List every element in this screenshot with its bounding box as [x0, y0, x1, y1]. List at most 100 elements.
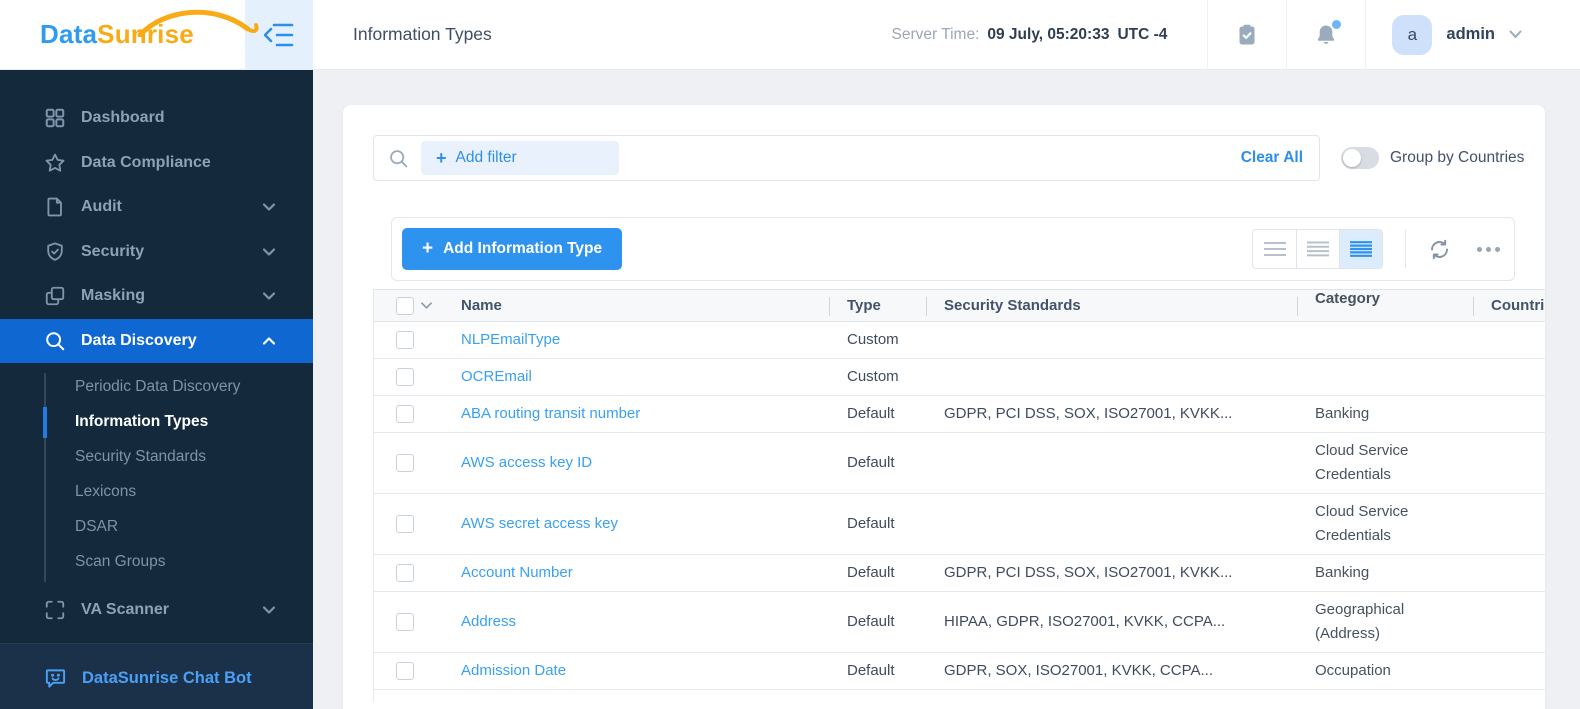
- sidebar-item-label: Audit: [81, 198, 122, 216]
- sidebar-item-information-types[interactable]: Information Types: [0, 405, 313, 440]
- sidebar-item-security-standards[interactable]: Security Standards: [0, 440, 313, 475]
- category-cell: Cloud Service Credentials: [1315, 503, 1409, 544]
- standards-cell: [926, 322, 1297, 358]
- sidebar-item-masking[interactable]: Masking: [0, 274, 313, 319]
- chatbot-label: DataSunrise Chat Bot: [82, 669, 252, 687]
- info-type-link[interactable]: OCREmail: [461, 365, 532, 389]
- column-header-security-standards[interactable]: Security Standards: [926, 290, 1297, 321]
- more-actions-icon[interactable]: [1477, 246, 1500, 252]
- filter-bar[interactable]: + Add filter Clear All: [373, 135, 1320, 181]
- info-type-link[interactable]: Address: [461, 610, 516, 634]
- category-cell: [1297, 322, 1473, 358]
- row-checkbox[interactable]: [396, 331, 414, 349]
- column-header-type[interactable]: Type: [829, 290, 926, 321]
- logo[interactable]: Data Sunrise: [0, 0, 259, 70]
- table-row: ABA routing transit number Default GDPR,…: [374, 396, 1545, 433]
- table-row: OCREmail Custom: [374, 359, 1545, 396]
- tasks-button[interactable]: [1208, 0, 1286, 70]
- sidebar-item-label: Security: [81, 242, 145, 260]
- plus-icon: +: [436, 147, 447, 168]
- info-type-link[interactable]: Admission Date: [461, 659, 566, 683]
- sidebar-item-periodic-data-discovery[interactable]: Periodic Data Discovery: [0, 370, 313, 405]
- type-cell: Default: [847, 564, 895, 581]
- scan-icon: [45, 600, 65, 619]
- info-type-link[interactable]: AWS secret access key: [461, 512, 618, 536]
- chevron-down-icon: [1509, 30, 1522, 38]
- category-cell: Occupation: [1315, 662, 1391, 679]
- countries-cell: [1473, 555, 1545, 591]
- view-density-medium-button[interactable]: [1296, 230, 1339, 268]
- add-information-type-label: Add Information Type: [443, 240, 603, 257]
- row-checkbox[interactable]: [396, 564, 414, 582]
- column-header-name[interactable]: Name: [444, 290, 829, 321]
- chat-bubble-icon: [45, 669, 66, 688]
- clear-all-link[interactable]: Clear All: [1241, 149, 1303, 167]
- type-cell: Custom: [847, 331, 899, 348]
- add-filter-button[interactable]: + Add filter: [421, 141, 619, 175]
- column-header-category[interactable]: Category: [1297, 290, 1473, 321]
- sidebar-item-data-compliance[interactable]: Data Compliance: [0, 141, 313, 186]
- server-time: Server Time: 09 July, 05:20:33 UTC -4: [892, 26, 1168, 44]
- type-cell: Default: [847, 662, 895, 679]
- sidebar-item-scan-groups[interactable]: Scan Groups: [0, 545, 313, 580]
- table-row-partial: [374, 690, 1545, 701]
- notification-dot: [1332, 19, 1342, 29]
- chevron-down-icon: [263, 606, 275, 614]
- select-all-checkbox[interactable]: [396, 296, 414, 315]
- sidebar-item-dashboard[interactable]: Dashboard: [0, 96, 313, 141]
- table-row: AWS access key ID Default Cloud Service …: [374, 433, 1545, 494]
- document-icon: [47, 197, 62, 217]
- group-by-countries-toggle[interactable]: [1341, 147, 1379, 169]
- row-checkbox[interactable]: [396, 613, 414, 631]
- countries-cell: [1473, 359, 1545, 395]
- server-time-label: Server Time:: [891, 25, 980, 43]
- info-type-link[interactable]: NLPEmailType: [461, 328, 560, 352]
- countries-cell: [1473, 494, 1545, 554]
- sidebar-collapse-button[interactable]: [245, 0, 313, 70]
- select-menu-chevron-icon[interactable]: [421, 300, 432, 311]
- sidebar-item-dsar[interactable]: DSAR: [0, 510, 313, 545]
- countries-cell: [1473, 433, 1545, 493]
- row-checkbox[interactable]: [396, 454, 414, 472]
- star-icon: [45, 153, 65, 172]
- information-types-table: Name Type Security Standards Category Co…: [373, 289, 1545, 701]
- view-density-dense-button[interactable]: [1339, 230, 1382, 268]
- content-card: + Add filter Clear All Group by Countrie…: [343, 105, 1545, 709]
- standards-cell: [926, 433, 1297, 493]
- sidebar-item-lexicons[interactable]: Lexicons: [0, 475, 313, 510]
- sidebar-item-label: Data Compliance: [81, 153, 211, 171]
- toolbar-divider: [1405, 230, 1406, 268]
- page-title: Information Types: [353, 24, 492, 44]
- row-checkbox[interactable]: [396, 662, 414, 680]
- view-density-sparse-button[interactable]: [1253, 230, 1296, 268]
- view-density-group: [1252, 229, 1383, 269]
- notifications-button[interactable]: [1287, 0, 1365, 70]
- table-row: Account Number Default GDPR, PCI DSS, SO…: [374, 555, 1545, 592]
- table-row: Address Default HIPAA, GDPR, ISO27001, K…: [374, 592, 1545, 653]
- type-cell: Custom: [847, 368, 899, 385]
- refresh-icon[interactable]: [1428, 238, 1451, 261]
- sidebar-item-audit[interactable]: Audit: [0, 185, 313, 230]
- sidebar-item-va-scanner[interactable]: VA Scanner: [0, 588, 313, 633]
- filter-row: + Add filter Clear All Group by Countrie…: [373, 135, 1531, 181]
- column-header-countries[interactable]: Countries: [1473, 290, 1545, 321]
- chevron-down-icon: [263, 292, 275, 300]
- chevron-down-icon: [263, 248, 275, 256]
- main-content: + Add filter Clear All Group by Countrie…: [313, 70, 1580, 709]
- info-type-link[interactable]: Account Number: [461, 561, 573, 585]
- sidebar-item-data-discovery[interactable]: Data Discovery: [0, 318, 313, 363]
- chatbot-button[interactable]: DataSunrise Chat Bot: [0, 667, 313, 690]
- add-information-type-button[interactable]: + Add Information Type: [402, 228, 623, 270]
- server-time-zone: UTC -4: [1117, 25, 1168, 43]
- user-menu[interactable]: a admin: [1366, 14, 1580, 55]
- row-checkbox[interactable]: [396, 368, 414, 386]
- info-type-link[interactable]: AWS access key ID: [461, 451, 592, 475]
- chevron-up-icon: [263, 336, 275, 345]
- row-checkbox[interactable]: [396, 405, 414, 423]
- chevron-down-icon: [263, 203, 275, 211]
- row-checkbox[interactable]: [396, 515, 414, 533]
- sidebar-item-label: Data Discovery: [81, 331, 197, 349]
- category-cell: [1297, 359, 1473, 395]
- info-type-link[interactable]: ABA routing transit number: [461, 402, 640, 426]
- sidebar-item-security[interactable]: Security: [0, 230, 313, 275]
